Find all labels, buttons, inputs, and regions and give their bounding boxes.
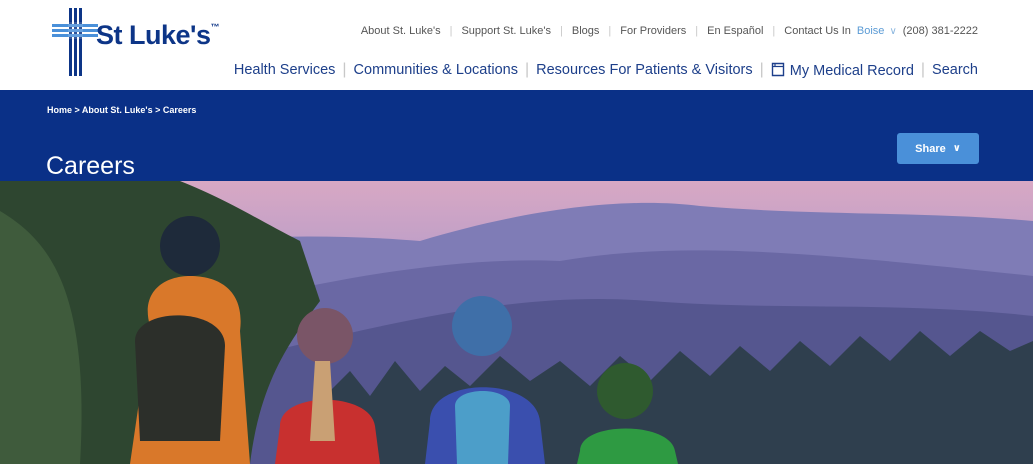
chevron-down-icon: ∨ (952, 143, 961, 154)
nav-my-medical-record[interactable]: My Medical Record (771, 62, 914, 79)
nav-my-medical-record-label: My Medical Record (789, 62, 914, 79)
cross-logo-icon (52, 8, 98, 76)
nav-search[interactable]: Search (932, 62, 978, 78)
utility-link-about[interactable]: About St. Luke's (361, 25, 441, 37)
page-banner: Home > About St. Luke's > Careers Career… (0, 90, 1033, 181)
utility-link-providers[interactable]: For Providers (620, 25, 686, 37)
mountain-bikers-photo (0, 181, 1033, 464)
utility-link-espanol[interactable]: En Español (707, 25, 763, 37)
share-label: Share (915, 142, 946, 155)
contact-label: Contact Us In (784, 25, 851, 37)
breadcrumb[interactable]: Home > About St. Luke's > Careers (47, 105, 196, 115)
phone-link[interactable]: (208) 381-2222 (903, 25, 978, 37)
hero-image (0, 181, 1033, 464)
chevron-down-icon[interactable]: ∨ (889, 26, 896, 37)
utility-link-support[interactable]: Support St. Luke's (461, 25, 551, 37)
nav-communities-locations[interactable]: Communities & Locations (354, 62, 518, 78)
city-selector[interactable]: Boise (857, 25, 885, 37)
utility-link-blogs[interactable]: Blogs (572, 25, 600, 37)
main-nav: Health Services | Communities & Location… (233, 61, 978, 79)
site-header: St Luke's™ About St. Luke's | Support St… (0, 0, 1033, 90)
st-lukes-logo[interactable]: St Luke's™ (50, 8, 220, 78)
share-button[interactable]: Share ∨ (897, 133, 979, 164)
logo-wordmark: St Luke's™ (96, 20, 219, 50)
nav-resources[interactable]: Resources For Patients & Visitors (536, 62, 753, 78)
nav-health-services[interactable]: Health Services (234, 62, 336, 78)
utility-nav: About St. Luke's | Support St. Luke's | … (360, 25, 978, 37)
folder-icon (771, 62, 784, 76)
page-title: Careers (46, 151, 135, 180)
